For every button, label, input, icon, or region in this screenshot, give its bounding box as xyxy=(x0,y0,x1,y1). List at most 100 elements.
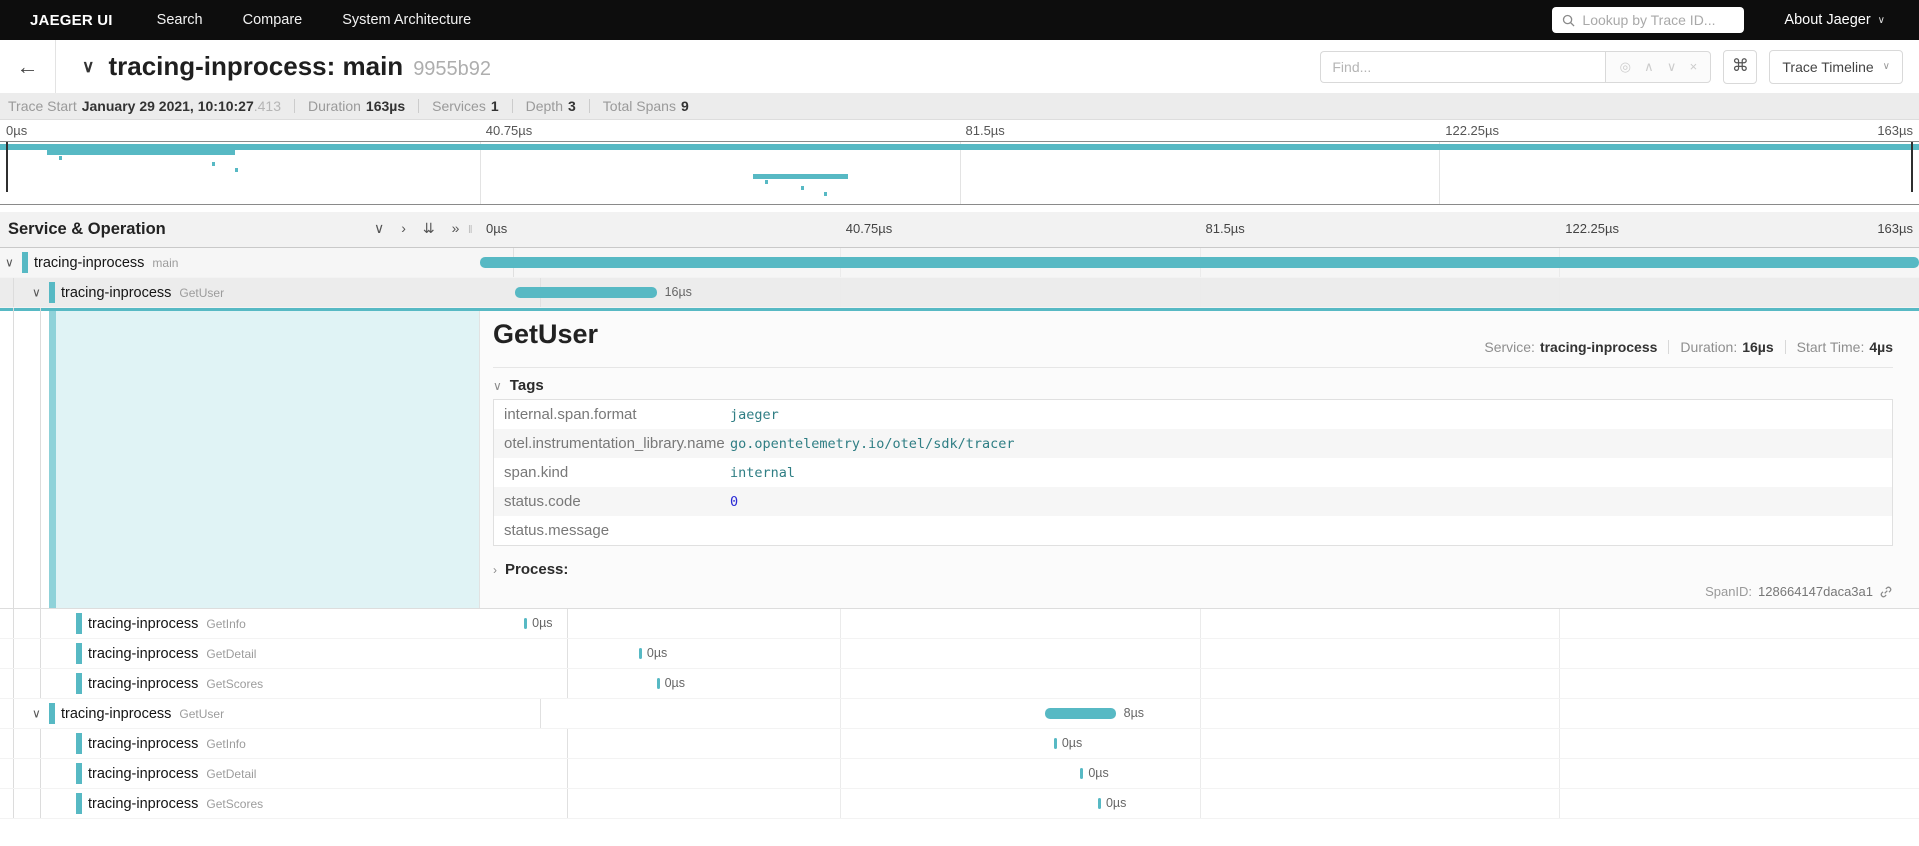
span-duration-label: 0µs xyxy=(647,646,667,660)
nav-link-search[interactable]: Search xyxy=(157,12,203,28)
tree-guide-line xyxy=(13,669,14,698)
find-addon: ◎ ∧ ∨ × xyxy=(1605,51,1711,83)
tags-section-toggle[interactable]: ∨Tags xyxy=(493,377,544,394)
focus-span-icon[interactable]: ◎ xyxy=(1620,59,1631,75)
trace-collapse-chevron-icon[interactable]: ∨ xyxy=(82,57,94,77)
span-timeline-cell[interactable]: 8µs xyxy=(480,699,1919,728)
span-duration-bar[interactable] xyxy=(1080,768,1083,779)
span-timeline-cell[interactable]: 0µs xyxy=(480,669,1919,698)
nav-link-compare[interactable]: Compare xyxy=(243,12,303,28)
detail-meta-separator xyxy=(1785,340,1786,354)
gridline xyxy=(1559,759,1560,788)
span-duration-bar[interactable] xyxy=(524,618,527,629)
tree-guide-line xyxy=(13,699,14,728)
trace-title-text: tracing-inprocess: main xyxy=(108,51,403,81)
minimap-span-bar xyxy=(765,180,768,184)
gridline xyxy=(1559,789,1560,818)
trace-lookup-input[interactable]: Lookup by Trace ID... xyxy=(1552,7,1744,33)
span-color-strip xyxy=(76,763,82,784)
span-service-name: tracing-inprocess xyxy=(34,255,144,271)
span-duration-bar[interactable] xyxy=(639,648,642,659)
span-timeline-cell[interactable]: 0µs xyxy=(480,729,1919,758)
span-operation-name: main xyxy=(152,256,178,270)
collapse-all-icon[interactable]: » xyxy=(452,220,460,237)
span-duration-bar[interactable] xyxy=(657,678,660,689)
find-prev-icon[interactable]: ∧ xyxy=(1644,59,1654,75)
minimap-gridline xyxy=(960,142,961,204)
span-service-name: tracing-inprocess xyxy=(88,736,198,752)
span-timeline-cell[interactable] xyxy=(480,248,1919,277)
find-clear-icon[interactable]: × xyxy=(1690,59,1698,74)
trace-info-item: Trace StartJanuary 29 2021, 10:10:27.413 xyxy=(8,98,281,114)
span-operation-name: GetUser xyxy=(179,707,224,721)
span-row: tracing-inprocess GetInfo 0µs xyxy=(0,609,1919,639)
gridline xyxy=(1200,639,1201,668)
spanid-row: SpanID: 128664147daca3a1 xyxy=(1705,584,1893,599)
keyboard-shortcuts-button[interactable]: ⌘ xyxy=(1723,50,1757,84)
find-next-icon[interactable]: ∨ xyxy=(1667,59,1677,75)
tag-key: status.code xyxy=(494,493,730,510)
trace-title: tracing-inprocess: main9955b92 xyxy=(108,51,491,82)
tag-value: 0 xyxy=(730,494,738,510)
span-color-strip xyxy=(76,643,82,664)
span-duration-bar[interactable] xyxy=(515,287,656,298)
span-name-cell[interactable]: ∨ tracing-inprocess GetUser xyxy=(0,278,541,307)
span-duration-bar[interactable] xyxy=(480,257,1919,268)
span-name-cell[interactable]: ∨ tracing-inprocess GetUser xyxy=(0,699,541,728)
span-color-strip xyxy=(76,673,82,694)
app-brand[interactable]: JAEGER UI xyxy=(30,12,113,29)
gridline xyxy=(1559,609,1560,638)
minimap-span-bar xyxy=(235,168,238,172)
minimap-right-handle[interactable] xyxy=(1911,142,1913,192)
expand-all-icon[interactable]: ⇊ xyxy=(423,220,435,237)
service-operation-header: Service & Operation xyxy=(8,220,166,239)
span-rows: ∨ tracing-inprocess main ∨ tracing-inpro… xyxy=(0,248,1919,819)
trace-header: ← ∨ tracing-inprocess: main9955b92 ◎ ∧ ∨… xyxy=(0,40,1919,93)
gridline xyxy=(1200,699,1201,728)
span-name-cell[interactable]: ∨ tracing-inprocess main xyxy=(0,248,514,277)
find-input[interactable] xyxy=(1320,51,1605,83)
tag-key: internal.span.format xyxy=(494,406,730,423)
span-expand-chevron-icon[interactable]: ∨ xyxy=(32,706,41,720)
span-timeline-cell[interactable]: 0µs xyxy=(480,609,1919,638)
link-icon[interactable] xyxy=(1879,585,1893,599)
span-duration-bar[interactable] xyxy=(1098,798,1101,809)
minimap-span-bar xyxy=(824,192,827,196)
span-duration-bar[interactable] xyxy=(1045,708,1116,719)
span-timeline-cell[interactable]: 0µs xyxy=(480,759,1919,788)
timeline-tick-label: 0µs xyxy=(6,123,27,138)
span-timeline-cell[interactable]: 16µs xyxy=(480,278,1919,307)
minimap-left-handle[interactable] xyxy=(6,142,8,192)
about-jaeger-menu[interactable]: About Jaeger ∨ xyxy=(1784,12,1885,28)
expand-one-level-icon[interactable]: ∨ xyxy=(374,220,384,237)
minimap-span-bar xyxy=(59,156,62,160)
span-expand-chevron-icon[interactable]: ∨ xyxy=(32,285,41,299)
gridline xyxy=(1200,669,1201,698)
tree-guide-line xyxy=(13,308,14,608)
gridline xyxy=(1559,729,1560,758)
tree-guide-line xyxy=(40,669,41,698)
gridline xyxy=(1559,699,1560,728)
span-grid-header: Service & Operation ∨ › ⇊ » ‖ 0µs40.75µs… xyxy=(0,212,1919,248)
gridline xyxy=(840,729,841,758)
info-separator xyxy=(512,99,513,113)
process-section-toggle[interactable]: ›Process: xyxy=(493,561,568,578)
detail-name-column-highlight xyxy=(49,311,480,608)
tag-row: internal.span.formatjaeger xyxy=(494,400,1892,429)
nav-link-system-architecture[interactable]: System Architecture xyxy=(342,12,471,28)
trace-info-item: Services1 xyxy=(432,98,498,114)
tree-guide-line xyxy=(40,759,41,788)
minimap-canvas[interactable] xyxy=(0,141,1919,205)
span-service-name: tracing-inprocess xyxy=(88,796,198,812)
gridline xyxy=(840,699,841,728)
span-duration-bar[interactable] xyxy=(1054,738,1057,749)
tag-row: status.code0 xyxy=(494,487,1892,516)
span-expand-chevron-icon[interactable]: ∨ xyxy=(5,255,14,269)
column-resizer-handle[interactable]: ‖ xyxy=(468,224,473,236)
span-timeline-cell[interactable]: 0µs xyxy=(480,789,1919,818)
tree-guide-line xyxy=(40,789,41,818)
collapse-one-level-icon[interactable]: › xyxy=(401,220,406,237)
trace-view-selector[interactable]: Trace Timeline ∨ xyxy=(1769,50,1903,84)
back-button[interactable]: ← xyxy=(0,40,56,93)
span-timeline-cell[interactable]: 0µs xyxy=(480,639,1919,668)
